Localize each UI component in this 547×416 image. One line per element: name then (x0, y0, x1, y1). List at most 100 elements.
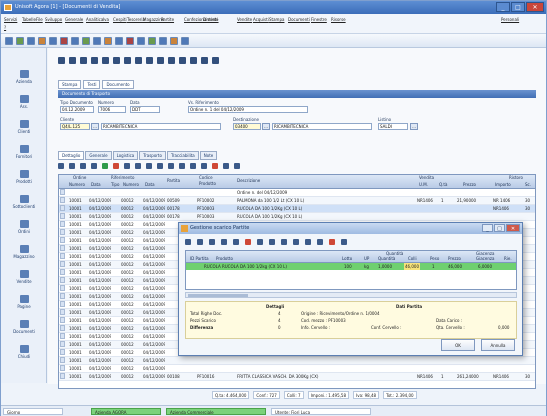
menu-item-5[interactable]: Analitica (86, 17, 103, 22)
dialog-col-prodotto[interactable]: Prodotto (216, 256, 233, 262)
edit-row-icon[interactable] (124, 163, 130, 169)
listino-lookup-button[interactable]: … (410, 123, 418, 130)
menu-item-10[interactable]: Partite (161, 17, 174, 22)
cancel-icon[interactable] (135, 56, 142, 64)
table-row[interactable]: 10001 04/12/2009 00012 04/12/2009 00178 PF100… (59, 205, 535, 213)
dialog-scroll-thumb[interactable] (188, 294, 248, 297)
row-selector[interactable] (60, 293, 65, 299)
dialog-col-rie[interactable]: Rie. (504, 256, 512, 262)
row-selector[interactable] (60, 357, 65, 363)
tab-documento[interactable]: Documento (102, 80, 134, 89)
next-row-icon[interactable] (80, 163, 86, 169)
next-icon[interactable] (80, 56, 87, 64)
col-tipo[interactable]: Tipo (111, 182, 119, 188)
dialog-col-up[interactable]: UP (364, 256, 369, 262)
dialog-sort-icon[interactable] (305, 239, 311, 245)
subtab-5[interactable]: Note (199, 151, 218, 160)
filter-rows-icon[interactable] (168, 163, 174, 169)
sort-icon[interactable] (179, 163, 185, 169)
chart-icon[interactable] (212, 56, 219, 64)
toolbar-icon-2[interactable] (27, 37, 35, 45)
row-selector[interactable] (60, 197, 65, 203)
tab-stampa[interactable]: Stampa (58, 80, 82, 89)
dialog-col-quantita[interactable]: Quantità (378, 256, 395, 262)
toolbar-icon-9[interactable] (104, 37, 112, 45)
row-selector[interactable] (60, 373, 65, 379)
table-row[interactable]: 10001 04/12/2009 00012 04/12/2009 00509 PF100… (59, 197, 535, 205)
row-selector[interactable] (60, 325, 65, 331)
sidebar-item-1[interactable]: Ass. (5, 95, 43, 109)
menu-item-3[interactable]: Sviluppo (45, 17, 62, 22)
delete-icon[interactable] (146, 56, 153, 64)
sidebar-item-2[interactable]: Clienti (5, 120, 43, 134)
delete-row-icon[interactable] (113, 163, 119, 169)
toolbar-icon-10[interactable] (115, 37, 123, 45)
dialog-delete-icon[interactable] (245, 239, 251, 245)
toolbar-icon-12[interactable] (137, 37, 145, 45)
prev-icon[interactable] (69, 56, 76, 64)
toolbar-icon-3[interactable] (38, 37, 46, 45)
minimize-button[interactable]: _ (496, 2, 510, 12)
dialog-prev-icon[interactable] (197, 239, 203, 245)
row-selector[interactable] (60, 277, 65, 283)
refresh-icon[interactable] (157, 163, 163, 169)
maximize-button[interactable]: □ (511, 2, 525, 12)
toolbar-icon-8[interactable] (93, 37, 101, 45)
toolbar-icon-13[interactable] (148, 37, 156, 45)
print-grid-icon[interactable] (201, 163, 207, 169)
dialog-print-icon[interactable] (317, 239, 323, 245)
menu-item-6[interactable]: Iva (103, 17, 109, 22)
destinazione-lookup-button[interactable]: … (262, 123, 270, 130)
menu-item-4[interactable]: Generale (65, 17, 83, 22)
dialog-hscrollbar[interactable] (185, 292, 517, 298)
sidebar-item-11[interactable]: Chiudi (5, 345, 43, 359)
row-selector[interactable] (60, 269, 65, 275)
toolbar-icon-5[interactable] (60, 37, 68, 45)
tab-testi[interactable]: Testi (83, 80, 101, 89)
info-icon[interactable] (234, 163, 240, 169)
col-numero-rif[interactable]: Numero (123, 182, 139, 188)
toolbar-icon-4[interactable] (49, 37, 57, 45)
toolbar-icon-14[interactable] (159, 37, 167, 45)
first-row-icon[interactable] (58, 163, 64, 169)
row-selector[interactable] (60, 261, 65, 267)
cliente-lookup-button[interactable]: … (91, 123, 99, 130)
row-selector[interactable] (60, 189, 65, 195)
sidebar-item-3[interactable]: Fornitori (5, 145, 43, 159)
menu-item-16[interactable]: Documenti (288, 17, 310, 22)
toolbar-icon-15[interactable] (170, 37, 178, 45)
row-selector[interactable] (60, 205, 65, 211)
toolbar-icon-16[interactable] (181, 37, 189, 45)
dialog-minimize-button[interactable]: _ (482, 224, 493, 232)
row-selector[interactable] (60, 365, 65, 371)
sidebar-item-8[interactable]: Vendite (5, 270, 43, 284)
sidebar-item-7[interactable]: Magazzino (5, 245, 43, 259)
menu-item-18[interactable]: Risorse (331, 17, 346, 22)
table-row[interactable]: 10001 04/12/2009 00012 04/12/2009 (59, 357, 535, 365)
toolbar-icon-0[interactable] (5, 37, 13, 45)
subtab-4[interactable]: Tracciabilita (166, 151, 199, 160)
dialog-add-icon[interactable] (233, 239, 239, 245)
table-row[interactable]: 10001 04/12/2009 00012 04/12/2009 (59, 365, 535, 373)
col-numero[interactable]: Numero (69, 182, 85, 188)
table-row[interactable]: 10001 04/12/2009 00012 04/12/2009 00108 PF100… (59, 373, 535, 381)
menu-item-0[interactable]: Servizi (4, 17, 17, 22)
menu-item-14[interactable]: Acquisti (253, 17, 269, 22)
edit-icon[interactable] (113, 56, 120, 64)
col-um[interactable]: U.M. (419, 182, 428, 188)
table-row[interactable]: 10001 04/12/2009 00012 04/12/2009 00178 PF100… (59, 213, 535, 221)
dialog-confirm-icon[interactable] (269, 239, 275, 245)
save-icon[interactable] (124, 56, 131, 64)
row-selector[interactable] (60, 221, 65, 227)
data-field[interactable]: 04.12.2009 (60, 106, 94, 113)
toolbar-icon-1[interactable] (16, 37, 24, 45)
prev-row-icon[interactable] (69, 163, 75, 169)
filter-icon[interactable] (168, 56, 175, 64)
dialog-next-icon[interactable] (209, 239, 215, 245)
last-row-icon[interactable] (91, 163, 97, 169)
cancel-edit-icon[interactable] (146, 163, 152, 169)
menu-item-15[interactable]: Stampa (269, 17, 284, 22)
new-icon[interactable] (102, 56, 109, 64)
dialog-lot-icon[interactable] (329, 239, 335, 245)
row-selector[interactable] (60, 301, 65, 307)
